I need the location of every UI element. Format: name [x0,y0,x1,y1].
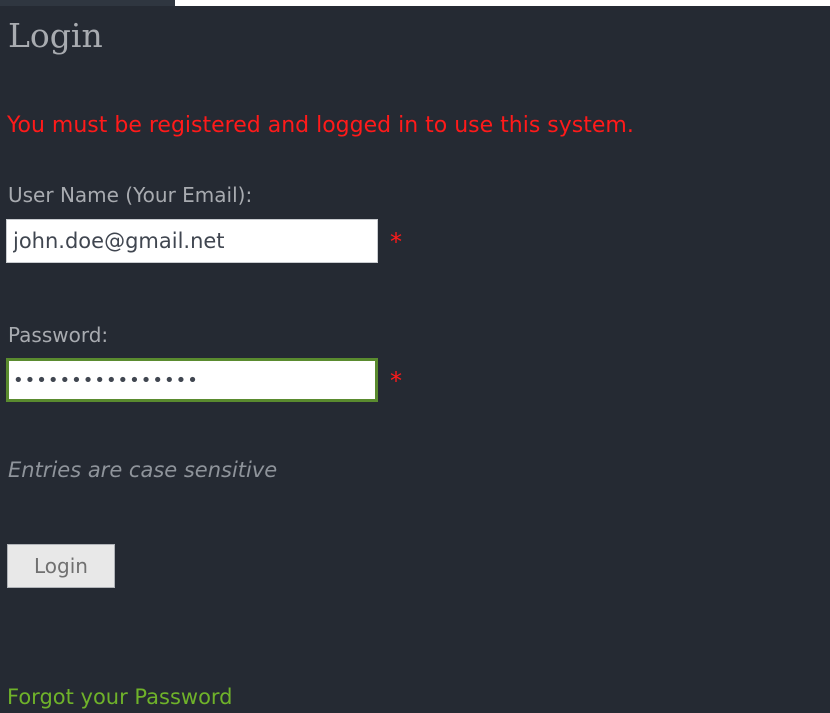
login-panel: Login You must be registered and logged … [0,6,830,713]
page-title: Login [8,16,103,55]
password-required-marker: * [390,367,402,395]
password-label: Password: [8,323,109,347]
username-label: User Name (Your Email): [8,183,253,207]
registration-warning: You must be registered and logged in to … [7,113,634,138]
password-field[interactable] [6,358,378,402]
username-required-marker: * [390,228,402,256]
login-button[interactable]: Login [7,544,115,588]
forgot-password-link[interactable]: Forgot your Password [7,683,233,711]
username-field[interactable] [6,219,378,263]
case-sensitive-note: Entries are case sensitive [8,458,278,482]
